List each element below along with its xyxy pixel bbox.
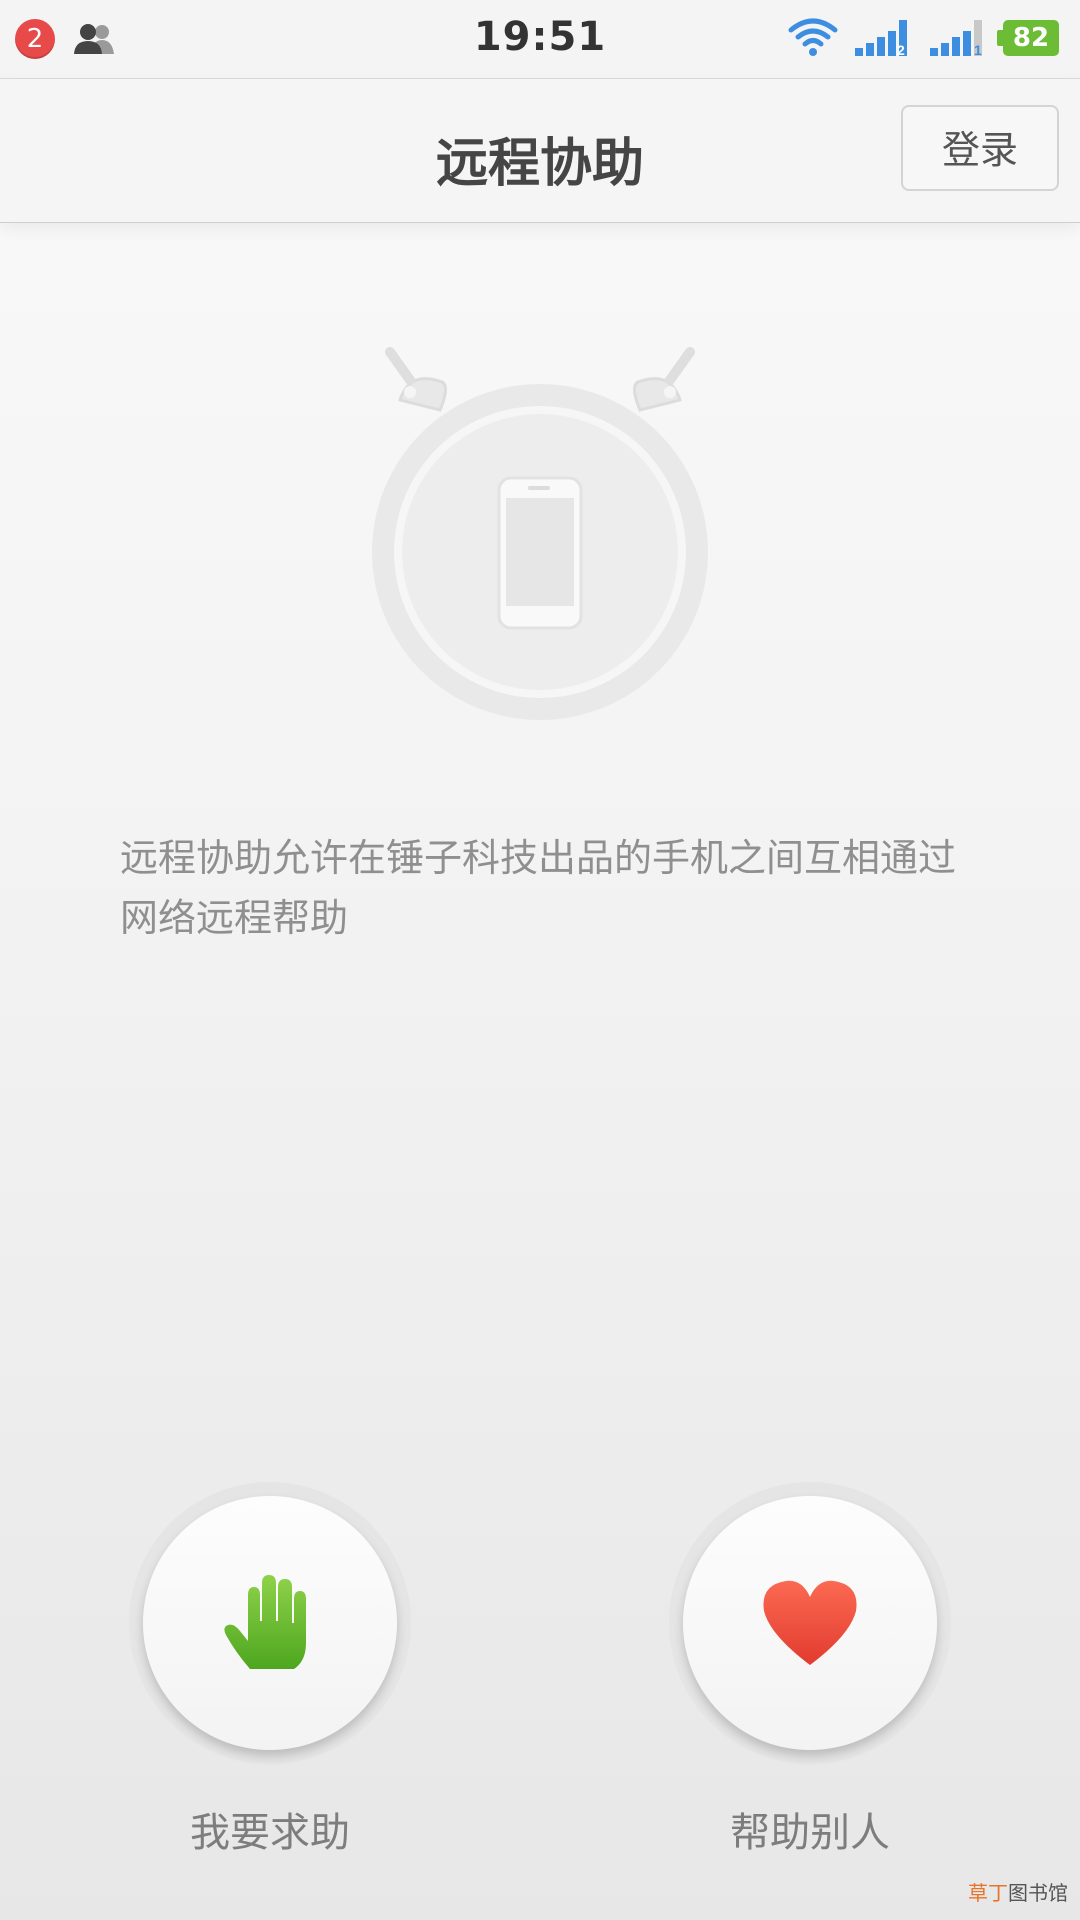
description-text: 远程协助允许在锤子科技出品的手机之间互相通过网络远程帮助 (120, 836, 957, 940)
login-button[interactable]: 登录 (901, 105, 1059, 191)
sim1-label: 1 (974, 42, 982, 58)
clock: 19:51 (473, 14, 607, 60)
battery-icon: 82 (997, 20, 1059, 56)
heart-icon (763, 1580, 857, 1665)
request-help-label: 我要求助 (190, 1810, 350, 1856)
remote-assist-illustration (372, 347, 708, 720)
signal-sim1-icon: 1 (930, 20, 982, 58)
app-header: 远程协助 登录 (0, 79, 1080, 223)
hand-icon (224, 1575, 306, 1669)
request-help-button[interactable]: 我要求助 (129, 1482, 411, 1858)
signal-sim2-icon: 2 (855, 20, 907, 58)
watermark: 草丁图书馆 (968, 1877, 1068, 1906)
watermark-part2: 图书馆 (1008, 1881, 1068, 1905)
watermark-part1: 草丁 (968, 1881, 1008, 1905)
help-others-circle[interactable] (669, 1482, 951, 1764)
status-bar: 2 19:51 2 1 82 (0, 0, 1080, 79)
request-help-circle[interactable] (129, 1482, 411, 1764)
help-others-button[interactable]: 帮助别人 (669, 1482, 951, 1858)
wifi-icon (788, 18, 838, 56)
sim2-label: 2 (897, 42, 905, 58)
help-others-label: 帮助别人 (730, 1810, 890, 1856)
